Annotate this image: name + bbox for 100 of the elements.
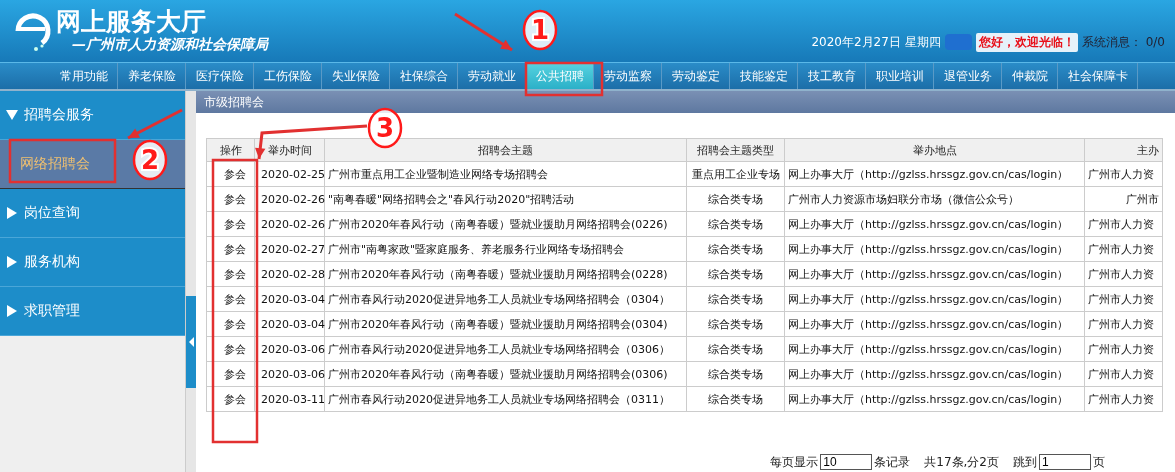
site-subtitle: —广州市人力资源和社会保障局: [71, 36, 268, 54]
table-cell: 广州市2020年春风行动（南粤春暖）暨就业援助月网络招聘会(0226): [324, 211, 687, 237]
per-page-label: 每页显示: [770, 453, 819, 471]
nav-tab[interactable]: 劳动就业: [458, 63, 526, 89]
jump-label: 跳到: [1013, 453, 1037, 471]
table-cell: 广州市人力资源市场妇联分市场（微信公众号）: [784, 186, 1085, 212]
sidebar-group[interactable]: 招聘会服务: [0, 91, 185, 140]
table-cell: 广州市人力资: [1084, 161, 1163, 187]
table-cell: 综合类专场: [686, 261, 785, 287]
table-cell: 网上办事大厅（http://gzlss.hrssgz.gov.cn/cas/login）: [784, 286, 1085, 312]
table-cell: "南粤春暖"网络招聘会之"春风行动2020"招聘活动: [324, 186, 687, 212]
join-link[interactable]: 参会: [206, 236, 255, 262]
date-text: 2020年2月27日 星期四: [811, 33, 941, 51]
table-cell: 广州市人力资: [1084, 211, 1163, 237]
table-cell: 广州市人力资: [1084, 386, 1163, 412]
table-cell: 2020-02-25: [254, 161, 325, 187]
table-cell: 广州市春风行动2020促进异地务工人员就业专场网络招聘会（0306）: [324, 336, 687, 362]
table-cell: 综合类专场: [686, 186, 785, 212]
table-cell: 广州市春风行动2020促进异地务工人员就业专场网络招聘会（0304）: [324, 286, 687, 312]
greeting-text: 您好，欢迎光临！: [975, 32, 1078, 52]
nav-tab[interactable]: 医疗保险: [186, 63, 254, 89]
table-cell: 综合类专场: [686, 236, 785, 262]
join-link[interactable]: 参会: [206, 286, 255, 312]
table-cell: 综合类专场: [686, 336, 785, 362]
page-label: 页: [1093, 453, 1105, 471]
table-cell: 2020-02-26: [254, 211, 325, 237]
nav-tab[interactable]: 劳动监察: [594, 63, 662, 89]
sidebar-group[interactable]: 求职管理: [0, 287, 185, 336]
join-link[interactable]: 参会: [206, 361, 255, 387]
annotation-number: 2: [140, 145, 160, 175]
table-cell: 网上办事大厅（http://gzlss.hrssgz.gov.cn/cas/login）: [784, 261, 1085, 287]
table-cell: 广州市2020年春风行动（南粤春暖）暨就业援助月网络招聘会(0304): [324, 311, 687, 337]
table-cell: 广州市人力资: [1084, 311, 1163, 337]
nav-tab[interactable]: 技能鉴定: [730, 63, 798, 89]
nav-tab[interactable]: 仲裁院: [1002, 63, 1058, 89]
join-link[interactable]: 参会: [206, 261, 255, 287]
table-cell: 2020-03-11: [254, 386, 325, 412]
table-cell: 广州市人力资: [1084, 261, 1163, 287]
nav-tab[interactable]: 失业保险: [322, 63, 390, 89]
column-header: 招聘会主题: [324, 138, 687, 162]
table-cell: 广州市2020年春风行动（南粤春暖）暨就业援助月网络招聘会(0306): [324, 361, 687, 387]
records-label: 条记录: [874, 453, 911, 471]
table-cell: 网上办事大厅（http://gzlss.hrssgz.gov.cn/cas/login）: [784, 386, 1085, 412]
table-cell: 2020-03-04: [254, 311, 325, 337]
join-link[interactable]: 参会: [206, 386, 255, 412]
messages-count[interactable]: 0/0: [1145, 35, 1165, 49]
nav-tab[interactable]: 养老保险: [118, 63, 186, 89]
nav-tab[interactable]: 工伤保险: [254, 63, 322, 89]
join-link[interactable]: 参会: [206, 161, 255, 187]
table-cell: 2020-02-26: [254, 186, 325, 212]
per-page-field[interactable]: 10: [820, 454, 873, 470]
table-cell: 网上办事大厅（http://gzlss.hrssgz.gov.cn/cas/login）: [784, 336, 1085, 362]
table-cell: 2020-03-06: [254, 336, 325, 362]
table-cell: 广州市人力资: [1084, 236, 1163, 262]
column-header: 举办地点: [784, 138, 1085, 162]
nav-tab[interactable]: 技工教育: [798, 63, 866, 89]
sidebar-group[interactable]: 岗位查询: [0, 189, 185, 238]
column-header: 举办时间: [254, 138, 325, 162]
column-header: 操作: [206, 138, 255, 162]
column-header: 主办: [1084, 138, 1163, 162]
table-cell: 网上办事大厅（http://gzlss.hrssgz.gov.cn/cas/login）: [784, 361, 1085, 387]
column-header: 招聘会主题类型: [686, 138, 785, 162]
nav-tab[interactable]: 社保综合: [390, 63, 458, 89]
table-cell: 2020-03-04: [254, 286, 325, 312]
join-link[interactable]: 参会: [206, 186, 255, 212]
table-cell: 网上办事大厅（http://gzlss.hrssgz.gov.cn/cas/login）: [784, 211, 1085, 237]
table-cell: 综合类专场: [686, 286, 785, 312]
join-link[interactable]: 参会: [206, 211, 255, 237]
nav-tab[interactable]: 退管业务: [934, 63, 1002, 89]
table-cell: 广州市2020年春风行动（南粤春暖）暨就业援助月网络招聘会(0228): [324, 261, 687, 287]
table-cell: 广州市人力资: [1084, 361, 1163, 387]
table-cell: 广州市重点用工企业暨制造业网络专场招聘会: [324, 161, 687, 187]
table-cell: 综合类专场: [686, 386, 785, 412]
table-cell: 重点用工企业专场: [686, 161, 785, 187]
table-cell: 广州市春风行动2020促进异地务工人员就业专场网络招聘会（0311）: [324, 386, 687, 412]
table-cell: 2020-03-06: [254, 361, 325, 387]
site-title: 网上服务大厅: [56, 8, 207, 36]
nav-tab[interactable]: 社会保障卡: [1058, 63, 1138, 89]
annotation-number: 1: [530, 15, 550, 45]
table-cell: 综合类专场: [686, 311, 785, 337]
table-cell: 综合类专场: [686, 211, 785, 237]
table-cell: 广州市人力资: [1084, 336, 1163, 362]
sidebar-group[interactable]: 服务机构: [0, 238, 185, 287]
messages-label: 系统消息：: [1081, 33, 1142, 51]
table-cell: 网上办事大厅（http://gzlss.hrssgz.gov.cn/cas/login）: [784, 161, 1085, 187]
page-summary: 共17条,分2页: [924, 453, 999, 471]
table-cell: 广州市人力资: [1084, 286, 1163, 312]
nav-tab[interactable]: 常用功能: [50, 63, 118, 89]
table-cell: 广州市"南粤家政"暨家庭服务、养老服务行业网络专场招聘会: [324, 236, 687, 262]
table-cell: 广州市: [1084, 186, 1163, 212]
nav-tab[interactable]: 劳动鉴定: [662, 63, 730, 89]
join-link[interactable]: 参会: [206, 336, 255, 362]
table-cell: 网上办事大厅（http://gzlss.hrssgz.gov.cn/cas/login）: [784, 311, 1085, 337]
table-cell: 综合类专场: [686, 361, 785, 387]
nav-tab[interactable]: 职业培训: [866, 63, 934, 89]
join-link[interactable]: 参会: [206, 311, 255, 337]
table-cell: 2020-02-28: [254, 261, 325, 287]
table-cell: 2020-02-27: [254, 236, 325, 262]
jump-field[interactable]: 1: [1039, 454, 1091, 470]
table-cell: 网上办事大厅（http://gzlss.hrssgz.gov.cn/cas/login）: [784, 236, 1085, 262]
